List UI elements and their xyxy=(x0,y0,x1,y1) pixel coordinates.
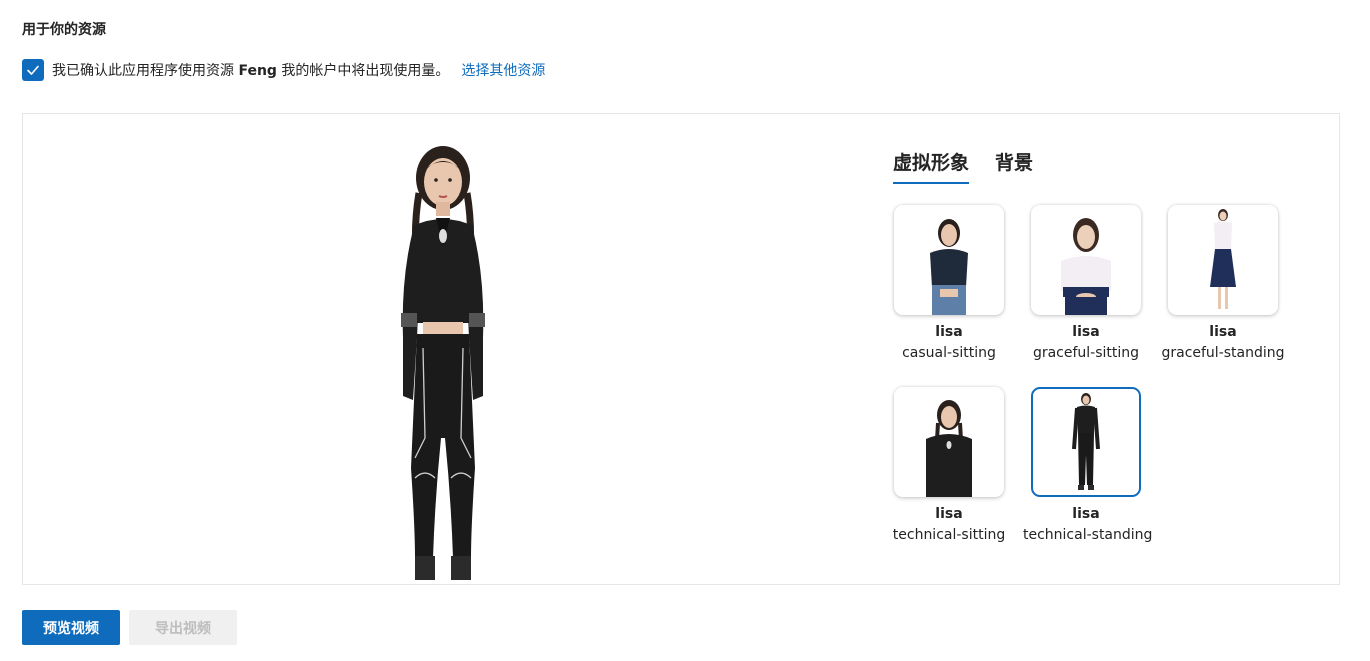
avatar-thumbnail xyxy=(1031,387,1141,497)
avatar-name: lisa xyxy=(1072,324,1100,340)
avatar-thumbnail xyxy=(894,205,1004,315)
consent-text-before: 我已确认此应用程序使用资源 xyxy=(52,63,239,79)
avatar-figure-icon xyxy=(930,219,968,315)
avatar-style: graceful-standing xyxy=(1161,345,1285,361)
avatar-figure-icon xyxy=(1072,393,1100,490)
avatar-card-graceful-sitting[interactable]: lisa graceful-sitting xyxy=(1023,205,1149,361)
avatar-card-technical-standing[interactable]: lisa technical-standing xyxy=(1023,387,1153,543)
avatar-thumbnail xyxy=(894,387,1004,497)
avatar-thumbnail xyxy=(1168,205,1278,315)
consent-text: 我已确认此应用程序使用资源 Feng 我的帐户中将出现使用量。 xyxy=(52,60,449,80)
avatar-style: technical-standing xyxy=(1023,527,1153,543)
action-bar: 预览视频 导出视频 xyxy=(22,610,246,645)
avatar-style: graceful-sitting xyxy=(1032,345,1140,361)
avatar-name: lisa xyxy=(935,324,963,340)
checkmark-icon xyxy=(27,65,39,75)
avatar-name: lisa xyxy=(1072,506,1100,522)
preview-video-button[interactable]: 预览视频 xyxy=(22,610,120,645)
export-video-button: 导出视频 xyxy=(129,610,237,645)
avatar-name: lisa xyxy=(1209,324,1237,340)
consent-text-after: 我的帐户中将出现使用量。 xyxy=(276,63,450,79)
tab-background[interactable]: 背景 xyxy=(995,148,1033,184)
section-title: 用于你的资源 xyxy=(22,22,106,38)
avatar-card-casual-sitting[interactable]: lisa casual-sitting xyxy=(886,205,1012,361)
avatar-figure-icon xyxy=(1061,218,1111,315)
tab-avatar[interactable]: 虚拟形象 xyxy=(893,148,970,184)
choose-other-resource-link[interactable]: 选择其他资源 xyxy=(461,60,545,80)
avatar-style: casual-sitting xyxy=(902,345,996,361)
avatar-figure-icon xyxy=(1210,209,1236,309)
avatar-thumbnail xyxy=(1031,205,1141,315)
avatar-name: lisa xyxy=(935,506,963,522)
consent-checkbox[interactable] xyxy=(22,59,44,81)
avatar-figure-icon xyxy=(926,400,972,497)
tab-bar: 虚拟形象 背景 xyxy=(893,148,1059,184)
avatar-style: technical-sitting xyxy=(892,527,1006,543)
avatar-preview-image xyxy=(401,146,485,580)
resource-name: Feng xyxy=(238,63,277,79)
avatar-card-graceful-standing[interactable]: lisa graceful-standing xyxy=(1160,205,1286,361)
avatar-panel: 虚拟形象 背景 lisa casual-sitting lisa gracefu… xyxy=(22,113,1340,585)
consent-row: 我已确认此应用程序使用资源 Feng 我的帐户中将出现使用量。 选择其他资源 xyxy=(22,59,545,81)
avatar-card-technical-sitting[interactable]: lisa technical-sitting xyxy=(886,387,1012,543)
